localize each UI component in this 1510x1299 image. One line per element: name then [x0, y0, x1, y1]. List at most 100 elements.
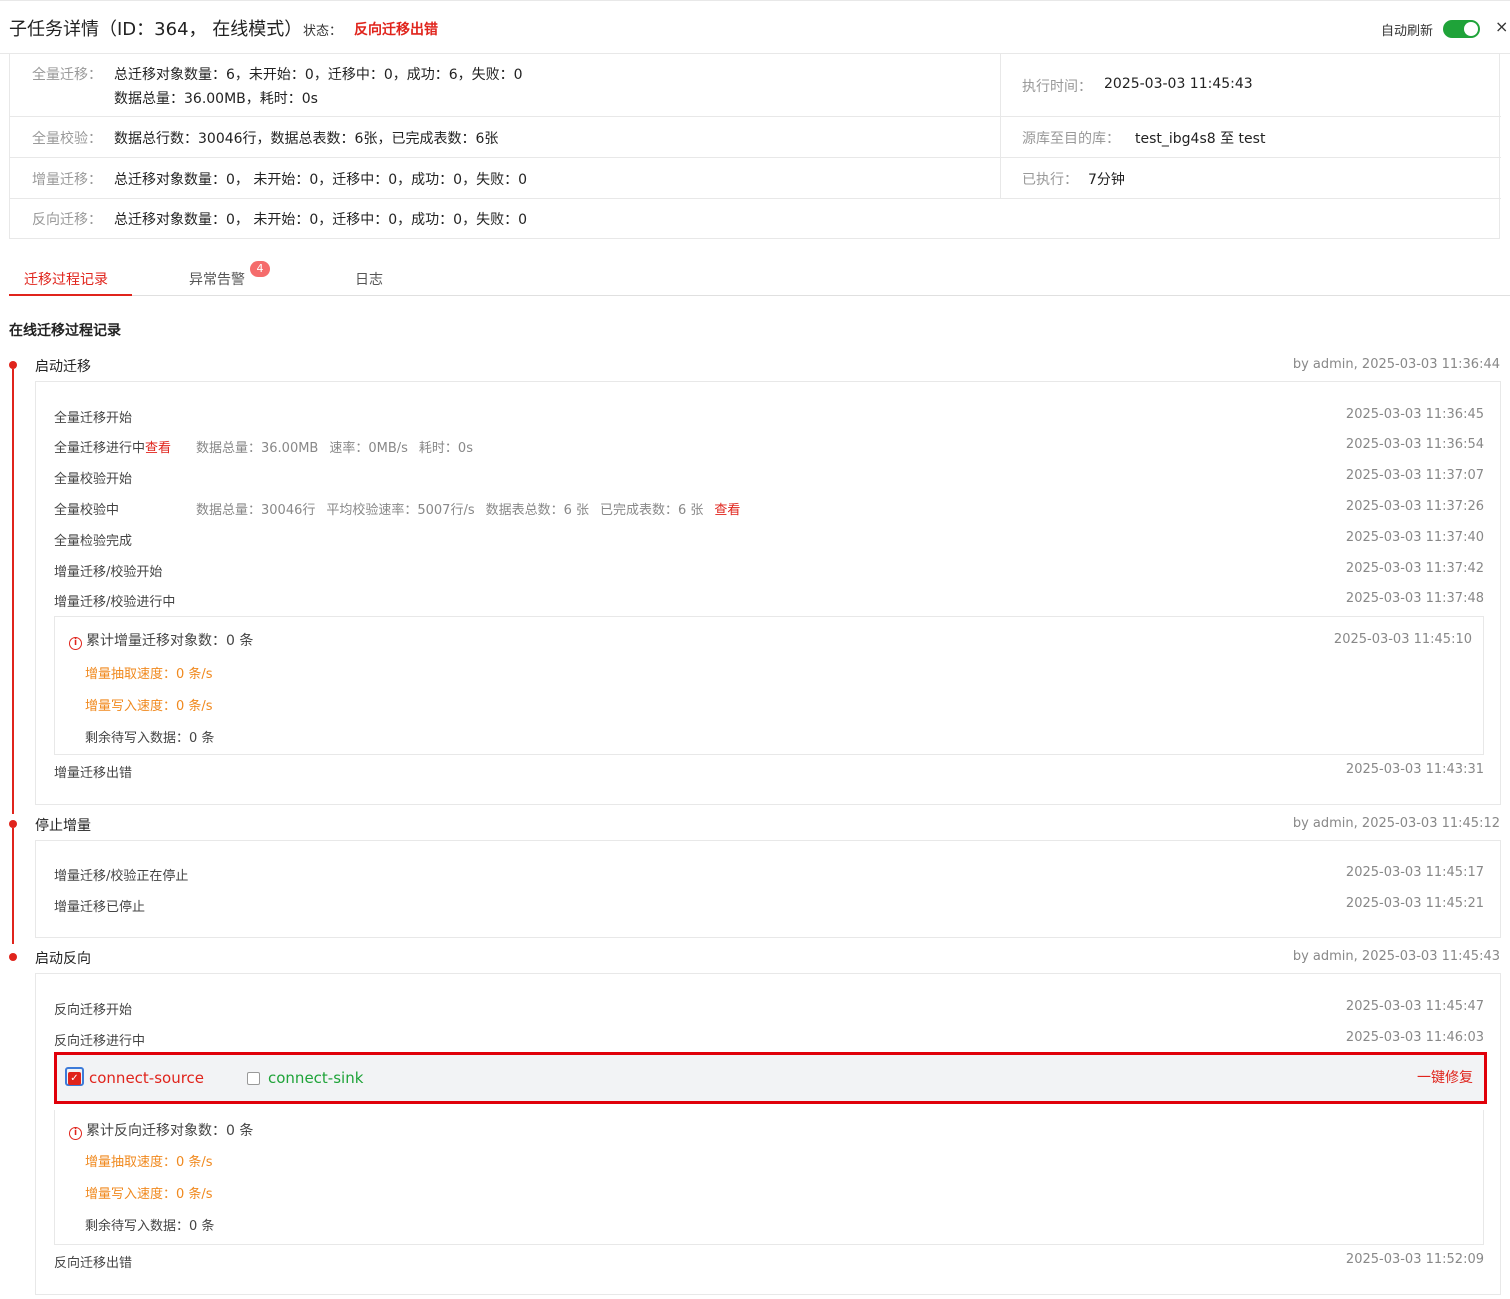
timeline-line: [12, 828, 14, 944]
reverse-value: 总迁移对象数量：0， 未开始：0，迁移中：0，成功：0，失败：0: [114, 212, 527, 228]
timeline-line: [12, 369, 14, 814]
record-item: 全量迁移开始 2025-03-03 11:36:45: [54, 407, 1484, 427]
close-icon[interactable]: ×: [1495, 17, 1508, 36]
record-item: 增量迁移/校验正在停止 2025-03-03 11:45:17: [54, 865, 1484, 885]
stage-title-stop-incremental: 停止增量: [35, 818, 91, 834]
stats-head: i 累计反向迁移对象数：0 条: [69, 1120, 253, 1140]
record-item: 全量校验开始 2025-03-03 11:37:07: [54, 468, 1484, 488]
stage-box-start-migration: 全量迁移开始 2025-03-03 11:36:45 全量迁移进行中查看 数据总…: [35, 381, 1501, 805]
full-check-label: 全量校验：: [32, 131, 102, 147]
toggle-knob: [1464, 22, 1478, 36]
meta-done-count: 已完成表数：6 张: [600, 503, 704, 518]
connect-sink-label[interactable]: connect-sink: [268, 1069, 363, 1087]
db-value: test_ibg4s8 至 test: [1135, 131, 1266, 147]
record-timestamp: 2025-03-03 11:36:45: [1345, 407, 1484, 422]
full-check-value: 数据总行数：30046行，数据总表数：6张，已完成表数：6张: [114, 131, 499, 147]
record-timestamp: 2025-03-03 11:37:48: [1345, 591, 1484, 606]
record-name: 全量迁移开始: [54, 411, 133, 426]
record-name: 增量迁移已停止: [54, 900, 146, 915]
stage-by: by admin, 2025-03-03 11:36:44: [1292, 357, 1500, 372]
record-name-text: 全量迁移进行中: [54, 441, 146, 456]
auto-refresh-label: 自动刷新: [1381, 24, 1434, 39]
record-item: 增量迁移/校验进行中 2025-03-03 11:37:48: [54, 591, 1484, 611]
record-item: 反向迁移出错 2025-03-03 11:52:09: [54, 1252, 1484, 1272]
timeline-dot: [9, 953, 17, 961]
record-timestamp: 2025-03-03 11:43:31: [1345, 762, 1484, 777]
view-link[interactable]: 查看: [714, 503, 740, 518]
record-item: 反向迁移开始 2025-03-03 11:45:47: [54, 999, 1484, 1019]
record-timestamp: 2025-03-03 11:45:21: [1345, 896, 1484, 911]
extract-speed: 增量抽取速度：0 条/s: [85, 667, 213, 682]
view-link[interactable]: 查看: [145, 441, 171, 456]
incr-label: 增量迁移：: [32, 172, 102, 188]
incr-value: 总迁移对象数量：0， 未开始：0，迁移中：0，成功：0，失败：0: [114, 172, 527, 188]
section-title: 在线迁移过程记录: [9, 323, 121, 339]
full-migration-counts: 总迁移对象数量：6，未开始：0，迁移中：0，成功：6，失败：0: [114, 67, 523, 83]
timeline-dot: [9, 361, 17, 369]
tab-bar: 迁移过程记录 异常告警 4 日志: [9, 258, 1510, 296]
status-badge: 反向迁移出错: [354, 22, 438, 38]
info-icon: i: [69, 1127, 82, 1140]
record-meta: 数据总量：30046行 平均校验速率：5007行/s 数据表总数：6 张已完成表数：…: [196, 499, 751, 518]
status-label: 状态：: [303, 24, 343, 39]
elapsed-value: 7分钟: [1088, 172, 1125, 188]
full-migration-label: 全量迁移：: [32, 67, 102, 83]
record-name: 反向迁移出错: [54, 1256, 133, 1271]
one-click-fix-button[interactable]: 一键修复: [1417, 1067, 1473, 1087]
page-title: 子任务详情（ID：364， 在线模式）: [9, 19, 303, 40]
stats-head: i 累计增量迁移对象数：0 条: [69, 630, 253, 650]
exec-time-label: 执行时间：: [1022, 79, 1092, 95]
connect-source-label[interactable]: connect-source: [89, 1069, 204, 1087]
info-icon: i: [69, 637, 82, 650]
record-timestamp: 2025-03-03 11:37:40: [1345, 530, 1484, 545]
stats-head-text: 累计增量迁移对象数：0 条: [86, 633, 254, 649]
meta-avg-rate: 平均校验速率：5007行/s: [326, 503, 475, 518]
connect-source-checkbox[interactable]: ✓: [68, 1072, 81, 1085]
incremental-stats-panel: i 累计增量迁移对象数：0 条 2025-03-03 11:45:10 增量抽取速…: [54, 616, 1484, 755]
record-timestamp: 2025-03-03 11:36:54: [1345, 437, 1484, 452]
stage-by: by admin, 2025-03-03 11:45:43: [1292, 949, 1500, 964]
record-timestamp: 2025-03-03 11:45:17: [1345, 865, 1484, 880]
stage-by: by admin, 2025-03-03 11:45:12: [1292, 816, 1500, 831]
record-timestamp: 2025-03-03 11:45:47: [1345, 999, 1484, 1014]
record-timestamp: 2025-03-03 11:37:07: [1345, 468, 1484, 483]
record-name: 增量迁移出错: [54, 766, 133, 781]
record-name: 增量迁移/校验开始: [54, 565, 163, 580]
record-item: 全量迁移进行中查看 数据总量：36.00MB 速率：0MB/s 耗时：0s 2025…: [54, 437, 1484, 457]
meta-total-rows: 数据总量：30046行: [196, 503, 316, 518]
record-timestamp: 2025-03-03 11:37:26: [1345, 499, 1484, 514]
tab-logs[interactable]: 日志: [355, 269, 383, 289]
exec-time-value: 2025-03-03 11:45:43: [1104, 76, 1253, 92]
header-bar: 子任务详情（ID：364， 在线模式） 状态： 反向迁移出错 自动刷新 ×: [0, 0, 1510, 54]
record-item: 全量校验中 数据总量：30046行 平均校验速率：5007行/s 数据表总数：6 张…: [54, 499, 1484, 519]
record-item: 全量检验完成 2025-03-03 11:37:40: [54, 530, 1484, 550]
stage-box-stop-incremental: 增量迁移/校验正在停止 2025-03-03 11:45:17 增量迁移已停止 …: [35, 840, 1501, 938]
record-name: 增量迁移/校验正在停止: [54, 869, 189, 884]
stats-timestamp: 2025-03-03 11:45:10: [1333, 632, 1472, 647]
extract-speed: 增量抽取速度：0 条/s: [85, 1155, 213, 1170]
stage-title-start-migration: 启动迁移: [35, 359, 91, 375]
remaining-data: 剩余待写入数据：0 条: [85, 1219, 215, 1234]
active-tab-indicator: [9, 294, 132, 296]
auto-refresh-toggle[interactable]: [1443, 20, 1480, 38]
record-name: 反向迁移进行中: [54, 1034, 146, 1049]
write-speed: 增量写入速度：0 条/s: [85, 1187, 213, 1202]
record-name: 全量校验开始: [54, 472, 133, 487]
tab-process-records[interactable]: 迁移过程记录: [24, 269, 108, 289]
record-timestamp: 2025-03-03 11:37:42: [1345, 561, 1484, 576]
summary-table: 全量迁移： 总迁移对象数量：6，未开始：0，迁移中：0，成功：6，失败：0 数据…: [9, 54, 1501, 239]
full-migration-size: 数据总量：36.00MB，耗时：0s: [114, 91, 318, 107]
connector-row: ✓ connect-source connect-sink 一键修复: [54, 1052, 1487, 1104]
record-name: 全量检验完成: [54, 534, 133, 549]
record-name: 全量校验中: [54, 503, 120, 518]
db-label: 源库至目的库：: [1022, 131, 1120, 147]
record-item: 增量迁移/校验开始 2025-03-03 11:37:42: [54, 561, 1484, 581]
connect-sink-checkbox[interactable]: [247, 1072, 260, 1085]
record-meta: 数据总量：36.00MB 速率：0MB/s 耗时：0s: [196, 437, 484, 456]
reverse-stats-panel: i 累计反向迁移对象数：0 条 增量抽取速度：0 条/s 增量写入速度：0 条/s…: [54, 1110, 1484, 1245]
alerts-count-badge: 4: [250, 261, 270, 277]
record-name: 增量迁移/校验进行中: [54, 595, 176, 610]
tab-alerts[interactable]: 异常告警: [189, 269, 245, 289]
summary-row-full-migration: 全量迁移： 总迁移对象数量：6，未开始：0，迁移中：0，成功：6，失败：0 数据…: [10, 54, 1501, 117]
timeline-dot: [9, 820, 17, 828]
